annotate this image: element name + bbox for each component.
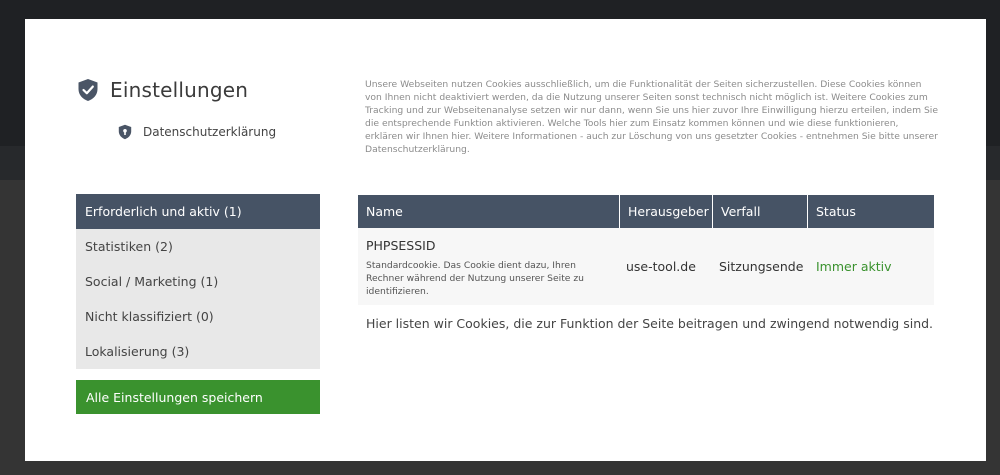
table-row: PHPSESSID Standardcookie. Das Cookie die…: [358, 228, 934, 305]
status-badge: Immer aktiv: [816, 259, 892, 274]
cookie-expiry: Sitzungsende: [719, 259, 804, 274]
cookie-name: PHPSESSID: [366, 238, 436, 253]
column-header-publisher: Herausgeber: [620, 195, 713, 228]
column-header-status: Status: [816, 204, 856, 219]
category-social-marketing[interactable]: Social / Marketing (1): [76, 264, 320, 299]
category-unclassified[interactable]: Nicht klassifiziert (0): [76, 299, 320, 334]
intro-text: Unsere Webseiten nutzen Cookies ausschli…: [365, 79, 938, 155]
cookie-table-header: Name Herausgeber Verfall Status: [358, 195, 934, 228]
shield-lock-icon: [118, 124, 132, 140]
cookie-table: Name Herausgeber Verfall Status PHPSESSI…: [358, 195, 934, 305]
privacy-policy-link[interactable]: Datenschutzerklärung: [118, 123, 276, 141]
cookie-publisher: use-tool.de: [626, 259, 696, 274]
category-description: Hier listen wir Cookies, die zur Funktio…: [366, 316, 934, 331]
settings-title-row: Einstellungen: [77, 75, 248, 105]
save-all-settings-button[interactable]: Alle Einstellungen speichern: [76, 380, 320, 414]
category-list: Erforderlich und aktiv (1) Statistiken (…: [76, 194, 320, 369]
category-statistics[interactable]: Statistiken (2): [76, 229, 320, 264]
cookie-name-cell: PHPSESSID Standardcookie. Das Cookie die…: [358, 228, 620, 305]
column-header-expiry: Verfall: [713, 195, 808, 228]
shield-check-icon: [77, 78, 99, 102]
settings-title: Einstellungen: [110, 78, 249, 102]
column-header-name: Name: [358, 195, 620, 228]
cookie-status: Immer aktiv: [808, 228, 934, 305]
category-localization[interactable]: Lokalisierung (3): [76, 334, 320, 369]
cookie-settings-modal: Einstellungen Datenschutzerklärung Unser…: [25, 19, 986, 461]
privacy-policy-label: Datenschutzerklärung: [143, 125, 277, 139]
category-required[interactable]: Erforderlich und aktiv (1): [76, 194, 320, 229]
cookie-description: Standardcookie. Das Cookie dient dazu, I…: [366, 260, 585, 297]
